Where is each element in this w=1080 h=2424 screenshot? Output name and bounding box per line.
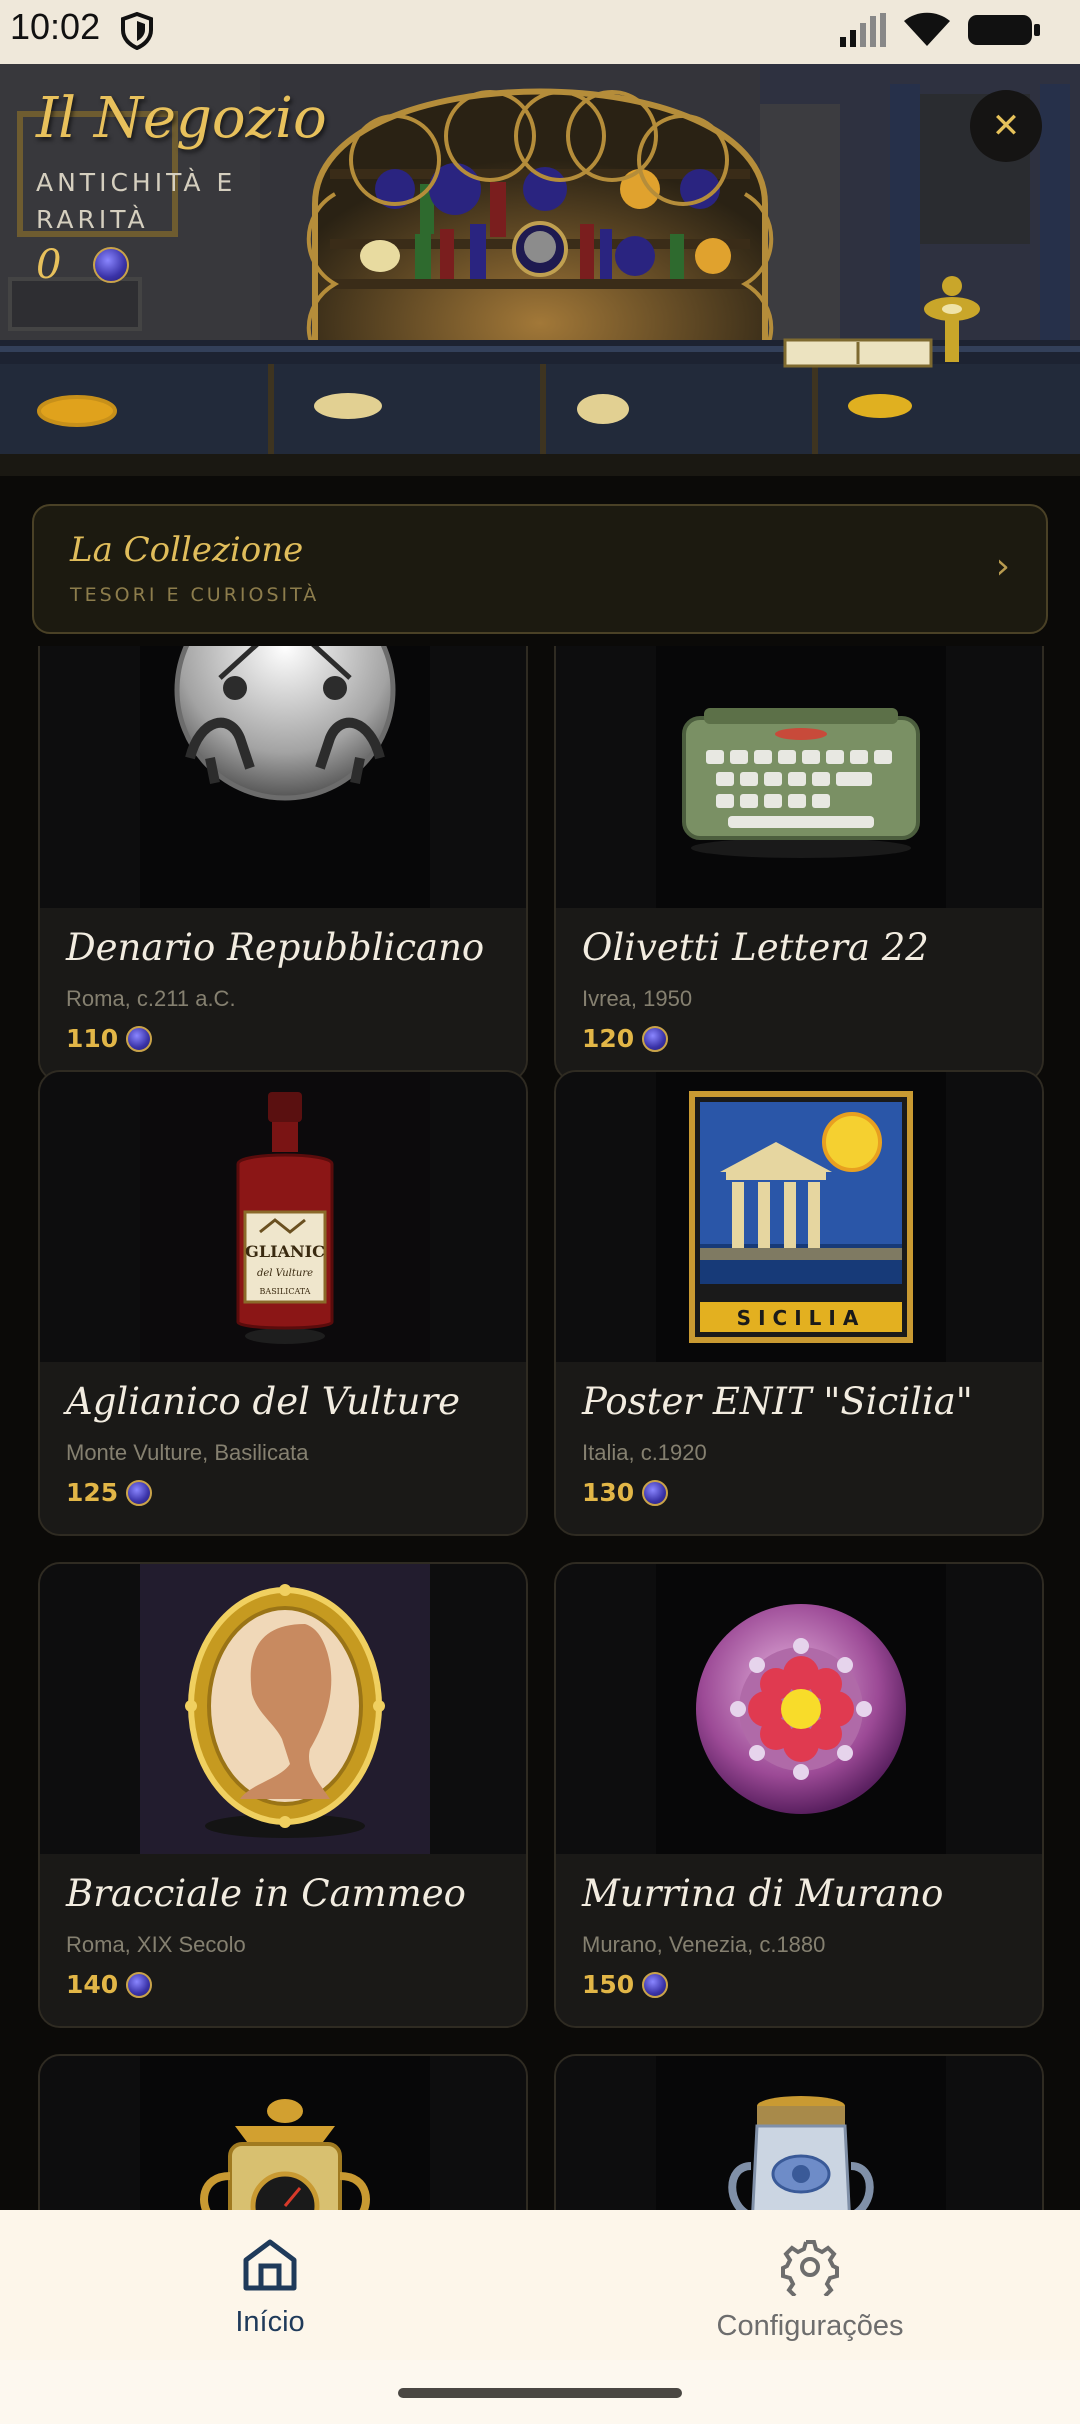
svg-text:BASILICATA: BASILICATA [260, 1287, 311, 1296]
wine-bottle-icon: GLIANIC del Vulture BASILICATA [236, 1092, 334, 1344]
coin-icon [126, 1025, 153, 1052]
shop-hero: Il Negozio ANTICHITÀ E RARITÀ 0 ✕ [0, 64, 1080, 476]
shield-icon [120, 11, 154, 54]
item-card[interactable] [38, 2054, 528, 2210]
collection-title: La Collezione [70, 530, 304, 570]
item-price: 125 [66, 1478, 153, 1507]
status-bar: 10:02 [0, 0, 1080, 64]
nav-settings-label: Configurações [716, 2310, 904, 2342]
item-name: Murrina di Murano [582, 1872, 944, 1915]
coin-icon [126, 1971, 153, 1998]
item-card[interactable]: Denario Repubblicano Roma, c.211 a.C. 11… [38, 646, 528, 1082]
item-price: 150 [582, 1970, 669, 1999]
nav-home[interactable]: Início [120, 2238, 420, 2339]
coin-count: 0 [36, 242, 62, 288]
signal-icon [840, 13, 886, 51]
item-card[interactable] [554, 2054, 1044, 2210]
item-origin: Monte Vulture, Basilicata [66, 1440, 309, 1465]
home-icon [242, 2239, 298, 2296]
typewriter-icon [682, 708, 920, 858]
coin-icon [93, 247, 130, 283]
item-price: 120 [582, 1024, 669, 1053]
item-card[interactable]: Bracciale in Cammeo Roma, XIX Secolo 140 [38, 1562, 528, 2028]
item-name: Denario Repubblicano [66, 926, 485, 969]
home-indicator[interactable] [398, 2388, 682, 2398]
murano-glass-icon [696, 1604, 906, 1814]
item-price: 140 [66, 1970, 153, 1999]
roman-coin-icon [174, 646, 396, 801]
item-card[interactable]: SICILIA Poster ENIT "Sicilia" Italia, c.… [554, 1070, 1044, 1536]
gesture-area [0, 2360, 1080, 2424]
svg-text:SICILIA: SICILIA [737, 1306, 866, 1330]
item-card[interactable]: GLIANIC del Vulture BASILICATA Aglianico… [38, 1070, 528, 1536]
svg-text:GLIANIC: GLIANIC [245, 1242, 325, 1261]
ceramic-jar-icon [728, 2096, 874, 2210]
svg-text:del Vulture: del Vulture [257, 1268, 313, 1279]
battery-icon [968, 13, 1040, 51]
close-button[interactable]: ✕ [970, 90, 1042, 162]
item-price: 130 [582, 1478, 669, 1507]
item-name: Aglianico del Vulture [66, 1380, 461, 1423]
item-grid: Denario Repubblicano Roma, c.211 a.C. 11… [0, 646, 1080, 2210]
chevron-right-icon: › [995, 546, 1010, 587]
wifi-icon [904, 12, 950, 52]
cameo-icon [185, 1584, 385, 1838]
item-origin: Italia, c.1920 [582, 1440, 707, 1465]
item-origin: Roma, c.211 a.C. [66, 986, 236, 1011]
item-card[interactable]: Olivetti Lettera 22 Ivrea, 1950 120 [554, 646, 1044, 1082]
coin-icon [126, 1479, 153, 1506]
bottom-navigation: Início Configurações [0, 2210, 1080, 2360]
item-origin: Ivrea, 1950 [582, 986, 693, 1011]
item-origin: Roma, XIX Secolo [66, 1932, 246, 1957]
travel-poster-icon: SICILIA [689, 1091, 913, 1343]
item-name: Poster ENIT "Sicilia" [582, 1380, 973, 1423]
status-time: 10:02 [10, 6, 101, 47]
coin-icon [642, 1025, 669, 1052]
moka-clock-icon [200, 2099, 370, 2210]
nav-home-label: Início [235, 2306, 305, 2338]
item-price: 110 [66, 1024, 153, 1053]
item-card[interactable]: Murrina di Murano Murano, Venezia, c.188… [554, 1562, 1044, 2028]
item-name: Olivetti Lettera 22 [582, 926, 929, 969]
shop-title: Il Negozio [36, 86, 327, 151]
coin-balance: 0 [36, 242, 130, 288]
coin-icon [642, 1479, 669, 1506]
gear-icon [781, 2240, 839, 2300]
close-icon: ✕ [991, 106, 1021, 146]
coin-icon [642, 1971, 669, 1998]
nav-settings[interactable]: Configurações [660, 2238, 960, 2343]
item-name: Bracciale in Cammeo [66, 1872, 466, 1915]
collection-subtitle: TESORI E CURIOSITÀ [70, 584, 320, 606]
shop-subtitle: ANTICHITÀ E RARITÀ [36, 168, 237, 234]
item-origin: Murano, Venezia, c.1880 [582, 1932, 826, 1957]
collection-link[interactable]: La Collezione TESORI E CURIOSITÀ › [32, 504, 1048, 634]
